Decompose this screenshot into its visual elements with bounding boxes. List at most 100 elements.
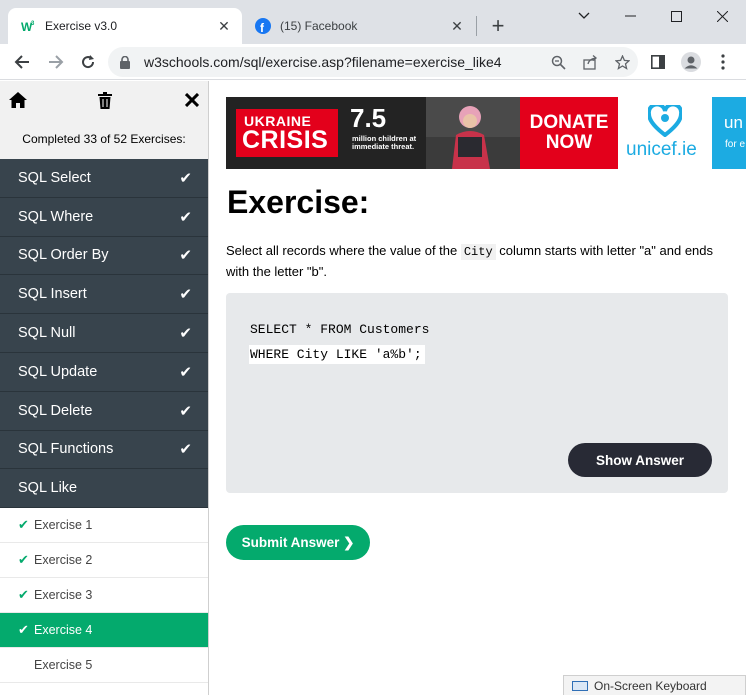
trash-icon[interactable]	[95, 90, 115, 110]
sidebar-item-label: SQL Like	[18, 480, 78, 497]
ad-number: 7.5	[350, 103, 387, 133]
close-icon[interactable]	[182, 90, 202, 110]
instruction-code: City	[460, 244, 496, 260]
sidebar-item-label: SQL Order By	[18, 247, 109, 264]
sidebar-item-sql-delete[interactable]: SQL Delete ✔	[0, 391, 208, 431]
sidebar-item-label: SQL Update	[18, 363, 98, 380]
sidebar-item-label: SQL Delete	[18, 402, 93, 419]
checkmark-icon: ✔	[179, 441, 192, 459]
checkmark-icon: ✔	[179, 169, 192, 187]
checkmark-icon: ✔	[18, 517, 29, 533]
address-bar[interactable]: w3schools.com/sql/exercise.asp?filename=…	[108, 47, 638, 77]
code-line: SELECT * FROM Customers	[250, 322, 430, 337]
answer-input[interactable]: WHERE City LIKE 'a%b';	[249, 345, 425, 364]
tab-facebook[interactable]: f (15) Facebook ✕	[243, 8, 475, 44]
sidebar-item-sql-order-by[interactable]: SQL Order By ✔	[0, 236, 208, 276]
ad-panel-crisis: UKRAINE CRISIS 7.5 million children at i…	[226, 97, 520, 169]
sidebar-item-sql-insert[interactable]: SQL Insert ✔	[0, 275, 208, 315]
ad-subtext: million children at immediate threat.	[352, 134, 417, 151]
checkmark-icon: ✔	[18, 622, 29, 638]
chevron-down-icon[interactable]	[561, 0, 607, 32]
checkmark-icon: ✔	[18, 587, 29, 603]
exercise-label: Exercise 1	[34, 518, 93, 533]
submit-answer-button[interactable]: Submit Answer ❯	[226, 525, 370, 560]
close-icon[interactable]: ✕	[447, 16, 467, 36]
browser-toolbar: w3schools.com/sql/exercise.asp?filename=…	[0, 44, 746, 80]
share-icon[interactable]	[574, 47, 606, 77]
close-icon[interactable]: ✕	[214, 16, 234, 36]
sidebar-toolbar	[0, 81, 208, 119]
new-tab-icon[interactable]: +	[486, 14, 510, 38]
checkmark-icon: ✔	[179, 325, 192, 343]
checkmark-icon: ✔	[18, 552, 29, 568]
sidebar-item-sql-update[interactable]: SQL Update ✔	[0, 352, 208, 392]
zoom-icon[interactable]	[542, 47, 574, 77]
sidebar-item-label: SQL Insert	[18, 286, 87, 303]
w3schools-icon: W3	[20, 18, 36, 34]
ukraine-crisis-logo: UKRAINE CRISIS	[236, 109, 338, 157]
sidebar-item-sql-functions[interactable]: SQL Functions ✔	[0, 430, 208, 470]
tab-separator	[476, 16, 477, 36]
sidebar-item-sql-select[interactable]: SQL Select ✔	[0, 159, 208, 198]
ad-text-crisis: CRISIS	[242, 126, 329, 154]
browser-tabstrip: W3 Exercise v3.0 ✕ f (15) Facebook ✕ +	[0, 0, 746, 44]
exercise-label: Exercise 4	[34, 623, 93, 638]
exercise-instruction: Select all records where the value of th…	[226, 241, 726, 281]
forward-arrow-icon[interactable]	[42, 48, 70, 76]
reload-icon[interactable]	[74, 48, 102, 76]
ad-unicef-text: unicef.ie	[626, 139, 697, 160]
ad-panel-blue: un for e	[712, 97, 746, 169]
sidebar-item-label: SQL Functions	[18, 441, 114, 458]
sidebar-item-label: SQL Where	[18, 208, 94, 225]
tab-exercise[interactable]: W3 Exercise v3.0 ✕	[8, 8, 242, 44]
exercise-item-3[interactable]: ✔ Exercise 3	[0, 578, 208, 614]
back-arrow-icon[interactable]	[8, 48, 36, 76]
bookmark-star-icon[interactable]	[606, 47, 638, 77]
unicef-ad-banner[interactable]: UKRAINE CRISIS 7.5 million children at i…	[226, 97, 746, 169]
progress-text: Completed 33 of 52 Exercises:	[0, 119, 208, 159]
tab-title: Exercise v3.0	[45, 19, 118, 33]
heart-icon	[646, 102, 684, 142]
tab-title: (15) Facebook	[280, 19, 358, 33]
instruction-text: Select all records where the value of th…	[226, 243, 461, 258]
child-photo	[426, 97, 520, 169]
sidebar-item-sql-like[interactable]: SQL Like	[0, 469, 208, 509]
sidebar-item-sql-where[interactable]: SQL Where ✔	[0, 197, 208, 237]
sidebar-item-label: SQL Null	[18, 325, 76, 342]
sidebar-item-sql-null[interactable]: SQL Null ✔	[0, 314, 208, 353]
exercise-label: Exercise 2	[34, 553, 93, 568]
keyboard-icon	[572, 680, 588, 691]
exercise-sidebar: Completed 33 of 52 Exercises: SQL Select…	[0, 81, 209, 695]
minimize-icon[interactable]	[607, 0, 653, 32]
ad-donate-line1: DONATE	[529, 112, 609, 133]
window-close-icon[interactable]	[699, 0, 745, 32]
kebab-menu-icon[interactable]	[709, 48, 737, 76]
profile-avatar-icon[interactable]	[677, 48, 705, 76]
osk-label: On-Screen Keyboard	[594, 678, 707, 693]
url-text: w3schools.com/sql/exercise.asp?filename=…	[144, 54, 502, 70]
unicef-logo: unicef.ie	[618, 97, 712, 169]
exercise-item-4[interactable]: ✔ Exercise 4	[0, 613, 208, 649]
maximize-icon[interactable]	[653, 0, 699, 32]
facebook-icon: f	[255, 18, 271, 34]
side-panel-icon[interactable]	[644, 48, 672, 76]
lock-icon	[120, 55, 134, 69]
donate-now-button[interactable]: DONATE NOW	[520, 97, 618, 169]
exercise-item-2[interactable]: ✔ Exercise 2	[0, 543, 208, 579]
exercise-item-5[interactable]: Exercise 5	[0, 648, 208, 684]
home-icon[interactable]	[8, 90, 28, 110]
show-answer-button[interactable]: Show Answer	[568, 443, 712, 477]
ad-blue-text2: for e	[725, 139, 746, 150]
checkmark-icon: ✔	[179, 208, 192, 226]
exercise-label: Exercise 3	[34, 588, 93, 603]
checkmark-icon: ✔	[179, 247, 192, 265]
exercise-item-1[interactable]: ✔ Exercise 1	[0, 508, 208, 544]
checkmark-icon: ✔	[179, 363, 192, 381]
on-screen-keyboard-taskbar[interactable]: On-Screen Keyboard	[563, 675, 746, 695]
code-editor: SELECT * FROM Customers WHERE City LIKE …	[226, 293, 728, 493]
sidebar-item-label: SQL Select	[18, 169, 91, 186]
checkmark-icon: ✔	[179, 286, 192, 304]
exercise-label: Exercise 5	[34, 658, 93, 673]
ad-blue-text1: un	[724, 113, 743, 132]
ad-donate-line2: NOW	[545, 132, 593, 153]
